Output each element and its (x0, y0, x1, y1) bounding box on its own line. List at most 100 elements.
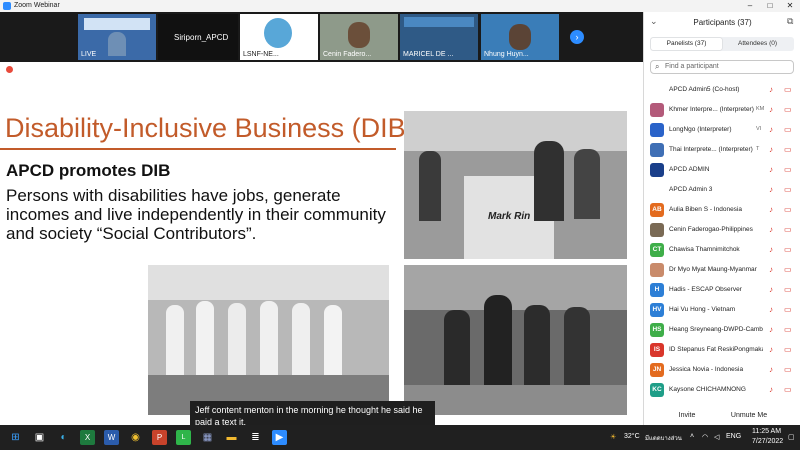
participant-name: Chawisa Thamnimitchok (669, 246, 740, 253)
weather-temp[interactable]: 32°C (624, 433, 640, 440)
participant-row[interactable]: Dr Myo Myat Maung-Myanmar ♪ ▭ (644, 260, 800, 280)
participant-name: Heang Sreyneang-DWPD-Camb... (669, 326, 763, 333)
video-off-icon: ▭ (784, 105, 792, 114)
video-off-icon: ▭ (784, 165, 792, 174)
participant-row[interactable]: APCD ADMIN ♪ ▭ (644, 160, 800, 180)
language-badge: KM (756, 106, 765, 112)
video-tile-label: Siriporn_APCD (174, 33, 229, 42)
participant-search-input[interactable]: ⌕ Find a participant (650, 60, 794, 74)
recording-indicator-icon (6, 66, 13, 73)
participant-row[interactable]: APCD Admin5 (Co-host) ♪ ▭ (644, 80, 800, 100)
video-off-icon: ▭ (784, 345, 792, 354)
avatar: HV (650, 303, 664, 317)
avatar (650, 163, 664, 177)
muted-mic-icon: ♪ (769, 385, 773, 394)
clock-time[interactable]: 11:25 AM (752, 428, 781, 435)
clock-date[interactable]: 7/27/2022 (752, 438, 783, 445)
window-titlebar: Zoom Webinar – □ ✕ (0, 0, 800, 12)
task-view-icon[interactable]: ▣ (32, 430, 47, 445)
participant-name: Khmer Interpre... (Interpreter) (669, 106, 754, 113)
excel-icon[interactable]: X (80, 430, 95, 445)
shared-slide: Disability-Inclusive Business (DIB) APCD… (0, 62, 643, 425)
volume-icon[interactable]: ◁ (714, 433, 719, 441)
avatar (650, 183, 664, 197)
video-tile[interactable]: Nhung Huyn... (481, 14, 559, 60)
zoom-logo-icon (3, 2, 11, 10)
participant-row[interactable]: CT Chawisa Thamnimitchok ♪ ▭ (644, 240, 800, 260)
avatar: AB (650, 203, 664, 217)
edge-browser-icon[interactable]: ◐ (56, 430, 71, 445)
word-icon[interactable]: W (104, 430, 119, 445)
participants-panel: ⌄ Participants (37) ⧉ Panelists (37) Att… (643, 12, 800, 425)
video-tile[interactable]: Cenin Fadero... (320, 14, 398, 60)
participant-row[interactable]: KC Kaysone CHICHAMNONG ♪ ▭ (644, 380, 800, 398)
unmute-button[interactable]: Unmute Me (726, 409, 772, 422)
participant-tabs: Panelists (37) Attendees (0) (650, 37, 794, 51)
participants-header: Participants (37) (693, 18, 752, 27)
video-tile[interactable]: Siriporn_APCD (158, 14, 238, 60)
participant-row[interactable]: AB Aulia Biben S - Indonesia ♪ ▭ (644, 200, 800, 220)
muted-mic-icon: ♪ (769, 105, 773, 114)
participant-name: Hai Vu Hong - Vietnam (669, 306, 736, 313)
language-indicator[interactable]: ENG (726, 433, 741, 440)
participant-name: ID Stepanus Fat ReskiPongmaka... (669, 346, 763, 353)
participant-name: APCD Admin 3 (669, 186, 713, 193)
video-tile[interactable]: MARICEL DE ... (400, 14, 478, 60)
avatar: IS (650, 343, 664, 357)
muted-mic-icon: ♪ (769, 305, 773, 314)
muted-mic-icon: ♪ (769, 285, 773, 294)
file-explorer-icon[interactable]: ▬ (224, 430, 239, 445)
bakery-staff-photo: Mark Rin (404, 111, 627, 259)
participant-row[interactable]: HV Hai Vu Hong - Vietnam ♪ ▭ (644, 300, 800, 320)
video-gallery-strip: LIVE Siriporn_APCD LSNF-NE... Cenin Fade… (0, 12, 643, 62)
line-app-icon[interactable]: L (176, 430, 191, 445)
video-off-icon: ▭ (784, 145, 792, 154)
participant-row[interactable]: HS Heang Sreyneang-DWPD-Camb... ♪ ▭ (644, 320, 800, 340)
invite-button[interactable]: Invite (672, 409, 702, 422)
participant-row[interactable]: JN Jessica Novia - Indonesia ♪ ▭ (644, 360, 800, 380)
tab-attendees[interactable]: Attendees (0) (722, 38, 793, 50)
wifi-icon[interactable]: ◠ (702, 433, 708, 441)
participant-row[interactable]: APCD Admin 3 ♪ ▭ (644, 180, 800, 200)
powerpoint-icon[interactable]: P (152, 430, 167, 445)
avatar (650, 83, 664, 97)
video-off-icon: ▭ (784, 285, 792, 294)
notepad-icon[interactable]: ≣ (248, 430, 263, 445)
popout-icon[interactable]: ⧉ (787, 16, 793, 27)
video-tile-label: MARICEL DE ... (403, 51, 454, 58)
tray-chevron-icon[interactable]: ˄ (690, 433, 694, 440)
windows-start-icon[interactable]: ⊞ (8, 430, 23, 445)
participant-row[interactable]: Cenin Faderogao-Philippines ♪ ▭ (644, 220, 800, 240)
participant-name: Aulia Biben S - Indonesia (669, 206, 742, 213)
slide-subtitle: APCD promotes DIB (6, 161, 171, 180)
avatar: JN (650, 363, 664, 377)
zoom-app-icon[interactable]: ▶ (272, 430, 287, 445)
language-badge: T (756, 146, 760, 152)
avatar: CT (650, 243, 664, 257)
maximize-icon[interactable]: □ (760, 0, 780, 12)
photos-icon[interactable]: ▦ (200, 430, 215, 445)
participant-list: APCD Admin5 (Co-host) ♪ ▭ Khmer Interpre… (644, 80, 800, 398)
video-tile[interactable]: LSNF-NE... (240, 14, 318, 60)
close-icon[interactable]: ✕ (780, 0, 800, 12)
participant-name: Cenin Faderogao-Philippines (669, 226, 753, 233)
participant-row[interactable]: Khmer Interpre... (Interpreter) KM ♪ ▭ (644, 100, 800, 120)
chevron-right-icon: › (575, 32, 579, 42)
participant-row[interactable]: Thai Interprete... (Interpreter) T ♪ ▭ (644, 140, 800, 160)
participant-name: LongNgo (Interpreter) (669, 126, 732, 133)
muted-mic-icon: ♪ (769, 265, 773, 274)
participant-row[interactable]: H Hadis - ESCAP Observer ♪ ▭ (644, 280, 800, 300)
tab-panelists[interactable]: Panelists (37) (651, 38, 722, 50)
avatar (650, 223, 664, 237)
avatar: H (650, 283, 664, 297)
notification-icon[interactable]: ▢ (788, 433, 795, 441)
video-tile[interactable]: LIVE (78, 14, 156, 60)
minimize-icon[interactable]: – (740, 0, 760, 12)
chrome-icon[interactable]: ◉ (128, 430, 143, 445)
participant-row[interactable]: LongNgo (Interpreter) VI ♪ ▭ (644, 120, 800, 140)
gallery-next-button[interactable]: › (570, 30, 584, 44)
avatar (650, 143, 664, 157)
participant-row[interactable]: IS ID Stepanus Fat ReskiPongmaka... ♪ ▭ (644, 340, 800, 360)
video-off-icon: ▭ (784, 385, 792, 394)
participant-name: Jessica Novia - Indonesia (669, 366, 744, 373)
